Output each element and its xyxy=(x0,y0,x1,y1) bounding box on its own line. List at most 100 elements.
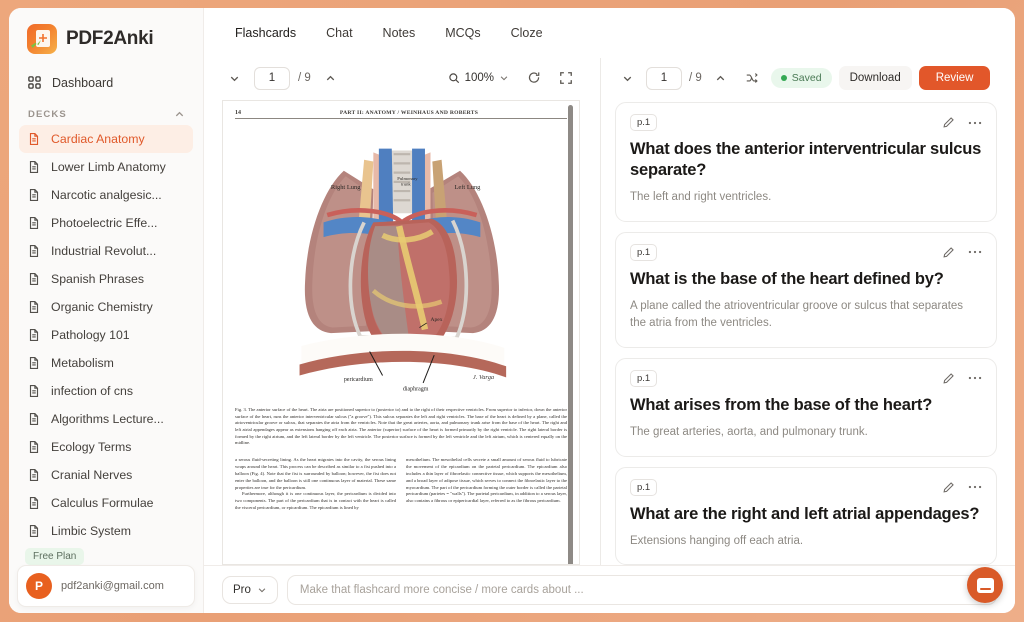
deck-item-label: Narcotic analgesic... xyxy=(51,188,162,202)
chevron-up-icon[interactable] xyxy=(174,109,185,120)
pdf-scrollbar-thumb[interactable] xyxy=(568,105,573,564)
deck-list[interactable]: Cardiac Anatomy Lower Limb Anatomy Narcoti… xyxy=(9,125,203,613)
flashcard[interactable]: p.1 What is the base of the heart defined… xyxy=(615,231,997,348)
document-icon xyxy=(27,328,41,342)
flashcard[interactable]: p.1 What does the anterior interventricul… xyxy=(615,102,997,222)
deck-item[interactable]: Limbic System xyxy=(19,517,193,545)
flashcard[interactable]: p.1 What arises from the base of the hear… xyxy=(615,357,997,457)
status-label: Saved xyxy=(791,72,822,84)
review-button[interactable]: Review xyxy=(918,66,991,90)
flashcard-question: What does the anterior interventricular … xyxy=(630,140,982,179)
ellipsis-more-icon[interactable] xyxy=(968,120,982,126)
document-icon xyxy=(27,300,41,314)
deck-item-label: Calculus Formulae xyxy=(51,496,154,510)
deck-item[interactable]: Calculus Formulae xyxy=(19,489,193,517)
anatomy-figure: Right Lung Left Lung Pulmonary trunk Ape… xyxy=(235,123,567,403)
brand[interactable]: PDF2Anki xyxy=(9,8,203,66)
pdf-running-header: 14 PART II: ANATOMY / WEINHAUS AND ROBER… xyxy=(235,110,567,119)
pdf-fullscreen-button[interactable] xyxy=(554,66,578,90)
deck-item[interactable]: Lower Limb Anatomy xyxy=(19,153,193,181)
document-icon xyxy=(27,160,41,174)
sidebar-item-dashboard[interactable]: Dashboard xyxy=(19,68,193,97)
app-window: PDF2Anki Dashboard DECKS Cardiac Anatomy… xyxy=(9,8,1015,613)
flashcard-answer: The great arteries, aorta, and pulmonary… xyxy=(630,426,868,439)
deck-item-label: Organic Chemistry xyxy=(51,300,153,314)
download-button[interactable]: Download xyxy=(838,66,912,90)
deck-item[interactable]: Cardiac Anatomy xyxy=(19,125,193,153)
body-paragraph: mesothelium. The mesothelial cells secre… xyxy=(406,456,567,504)
flashcard[interactable]: p.1 What are the right and left atrial ap… xyxy=(615,466,997,565)
document-icon xyxy=(27,468,41,482)
pencil-edit-icon[interactable] xyxy=(942,372,955,385)
deck-item[interactable]: Algorithms Lecture... xyxy=(19,405,193,433)
deck-item[interactable]: Organic Chemistry xyxy=(19,293,193,321)
chevron-down-icon xyxy=(499,73,509,83)
cards-next-page-button[interactable] xyxy=(709,66,733,90)
pdf-rotate-button[interactable] xyxy=(522,66,546,90)
flashcard-page-badge: p.1 xyxy=(630,478,658,496)
pdf-page-input[interactable]: 1 xyxy=(254,66,290,90)
deck-item[interactable]: Ecology Terms xyxy=(19,433,193,461)
document-icon xyxy=(27,440,41,454)
tab-bar: Flashcards Chat Notes MCQs Cloze xyxy=(204,8,1015,58)
pdf-running-head-text: PART II: ANATOMY / WEINHAUS AND ROBERTS xyxy=(339,110,479,116)
deck-item[interactable]: Cranial Nerves xyxy=(19,461,193,489)
model-select[interactable]: Pro xyxy=(222,575,278,604)
pdf-prev-page-button[interactable] xyxy=(222,66,246,90)
svg-text:trunk: trunk xyxy=(401,182,411,187)
deck-item[interactable]: Photoelectric Effe... xyxy=(19,209,193,237)
pencil-edit-icon[interactable] xyxy=(942,116,955,129)
browser-frame: PDF2Anki Dashboard DECKS Cardiac Anatomy… xyxy=(0,0,1024,622)
decks-section-header[interactable]: DECKS xyxy=(9,97,203,125)
deck-item[interactable]: Spanish Phrases xyxy=(19,265,193,293)
tab-flashcards[interactable]: Flashcards xyxy=(222,19,309,47)
body-columns: a serous fluid-secreting lining. As the … xyxy=(235,457,567,512)
content-panes: 1 / 9 100% 14 PART II: ANATOMY / WEINHAU… xyxy=(204,58,1015,565)
document-icon xyxy=(27,356,41,370)
ellipsis-more-icon[interactable] xyxy=(968,249,982,255)
pencil-edit-icon[interactable] xyxy=(942,246,955,259)
ellipsis-more-icon[interactable] xyxy=(968,375,982,381)
prompt-input[interactable] xyxy=(286,574,997,605)
sidebar: PDF2Anki Dashboard DECKS Cardiac Anatomy… xyxy=(9,8,204,613)
flashcard-header: p.1 xyxy=(630,369,982,387)
body-column-right: mesothelium. The mesothelial cells secre… xyxy=(406,457,567,512)
cards-page-input[interactable]: 1 xyxy=(646,66,682,90)
deck-item-label: Photoelectric Effe... xyxy=(51,216,158,230)
search-icon xyxy=(448,72,460,84)
flashcard-actions xyxy=(942,246,982,259)
svg-text:Apex: Apex xyxy=(431,317,443,323)
heart-thorax-illustration: Right Lung Left Lung Pulmonary trunk Ape… xyxy=(299,148,507,392)
tab-notes[interactable]: Notes xyxy=(370,19,429,47)
deck-item[interactable]: Pathology 101 xyxy=(19,321,193,349)
tab-cloze[interactable]: Cloze xyxy=(498,19,556,47)
regenerate-cards-button[interactable] xyxy=(740,66,764,90)
flashcard-page-badge: p.1 xyxy=(630,243,658,261)
pencil-edit-icon[interactable] xyxy=(942,481,955,494)
deck-item-label: Limbic System xyxy=(51,524,131,538)
user-account-card[interactable]: P pdf2anki@gmail.com xyxy=(17,565,195,607)
pdf-page-total: / 9 xyxy=(298,72,311,84)
flashcard-question: What are the right and left atrial appen… xyxy=(630,504,980,523)
cards-prev-page-button[interactable] xyxy=(615,66,639,90)
pdf-scroll-area[interactable]: 14 PART II: ANATOMY / WEINHAUS AND ROBER… xyxy=(204,98,600,565)
ellipsis-more-icon[interactable] xyxy=(968,484,982,490)
deck-item[interactable]: Industrial Revolut... xyxy=(19,237,193,265)
brand-name: PDF2Anki xyxy=(66,28,154,49)
plan-badge: Free Plan xyxy=(25,548,85,565)
user-email: pdf2anki@gmail.com xyxy=(61,580,164,592)
deck-item[interactable]: Metabolism xyxy=(19,349,193,377)
pdf-zoom-control[interactable]: 100% xyxy=(443,69,514,87)
pdf-next-page-button[interactable] xyxy=(319,66,343,90)
tab-mcqs[interactable]: MCQs xyxy=(432,19,493,47)
deck-item-label: Metabolism xyxy=(51,356,114,370)
chat-bubble-icon[interactable] xyxy=(967,567,1003,603)
tab-chat[interactable]: Chat xyxy=(313,19,365,47)
deck-item[interactable]: infection of cns xyxy=(19,377,193,405)
svg-text:Left Lung: Left Lung xyxy=(454,184,481,191)
cards-page-total: / 9 xyxy=(689,72,702,84)
deck-item[interactable]: Narcotic analgesic... xyxy=(19,181,193,209)
flashcard-list[interactable]: p.1 What does the anterior interventricul… xyxy=(601,98,1015,565)
pdf-toolbar: 1 / 9 100% xyxy=(204,58,600,98)
flashcard-question: What arises from the base of the heart? xyxy=(630,395,933,414)
